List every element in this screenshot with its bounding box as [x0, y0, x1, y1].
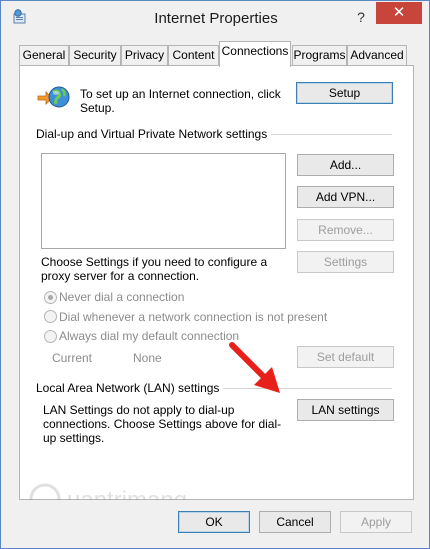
proxy-settings-description: Choose Settings if you need to configure… — [41, 255, 268, 283]
lan-section-label: Local Area Network (LAN) settings — [36, 381, 224, 395]
help-button[interactable]: ? — [351, 7, 371, 27]
tab-connections[interactable]: Connections — [219, 41, 291, 67]
radio-always-dial[interactable] — [44, 330, 57, 343]
tab-advanced[interactable]: Advanced — [347, 45, 407, 66]
tab-security[interactable]: Security — [69, 45, 121, 66]
set-default-button[interactable]: Set default — [297, 346, 394, 368]
internet-properties-window: Internet Properties ? ✕ General Security… — [0, 0, 430, 549]
add-button[interactable]: Add... — [297, 154, 394, 176]
dialup-section-label: Dial-up and Virtual Private Network sett… — [36, 127, 272, 141]
apply-button[interactable]: Apply — [340, 511, 412, 533]
radio-dial-when-no-network[interactable] — [44, 310, 57, 323]
current-value: None — [133, 351, 162, 365]
cancel-button[interactable]: Cancel — [259, 511, 331, 533]
connections-list[interactable] — [41, 153, 286, 249]
setup-button[interactable]: Setup — [296, 82, 393, 104]
ok-button[interactable]: OK — [178, 511, 250, 533]
lan-settings-button[interactable]: LAN settings — [297, 399, 394, 421]
current-label: Current — [52, 351, 93, 365]
radio-always-dial-label: Always dial my default connection — [59, 329, 240, 343]
tab-general[interactable]: General — [19, 45, 69, 66]
radio-dial-when-no-network-label: Dial whenever a network connection is no… — [59, 310, 328, 324]
tab-privacy[interactable]: Privacy — [121, 45, 168, 66]
lan-description: LAN Settings do not apply to dial-up con… — [43, 403, 282, 445]
radio-never-dial[interactable] — [44, 291, 57, 304]
remove-button[interactable]: Remove... — [297, 219, 394, 241]
tab-programs[interactable]: Programs — [292, 45, 347, 66]
setup-description: To set up an Internet connection, click … — [80, 87, 281, 115]
red-arrow-icon — [226, 339, 284, 397]
title-bar[interactable]: Internet Properties ? ✕ — [1, 1, 429, 33]
tab-content[interactable]: Content — [168, 45, 219, 66]
settings-button[interactable]: Settings — [297, 251, 394, 273]
close-button[interactable]: ✕ — [376, 2, 422, 24]
add-vpn-button[interactable]: Add VPN... — [297, 186, 394, 208]
globe-network-icon — [37, 84, 71, 110]
radio-never-dial-label: Never dial a connection — [59, 290, 185, 304]
